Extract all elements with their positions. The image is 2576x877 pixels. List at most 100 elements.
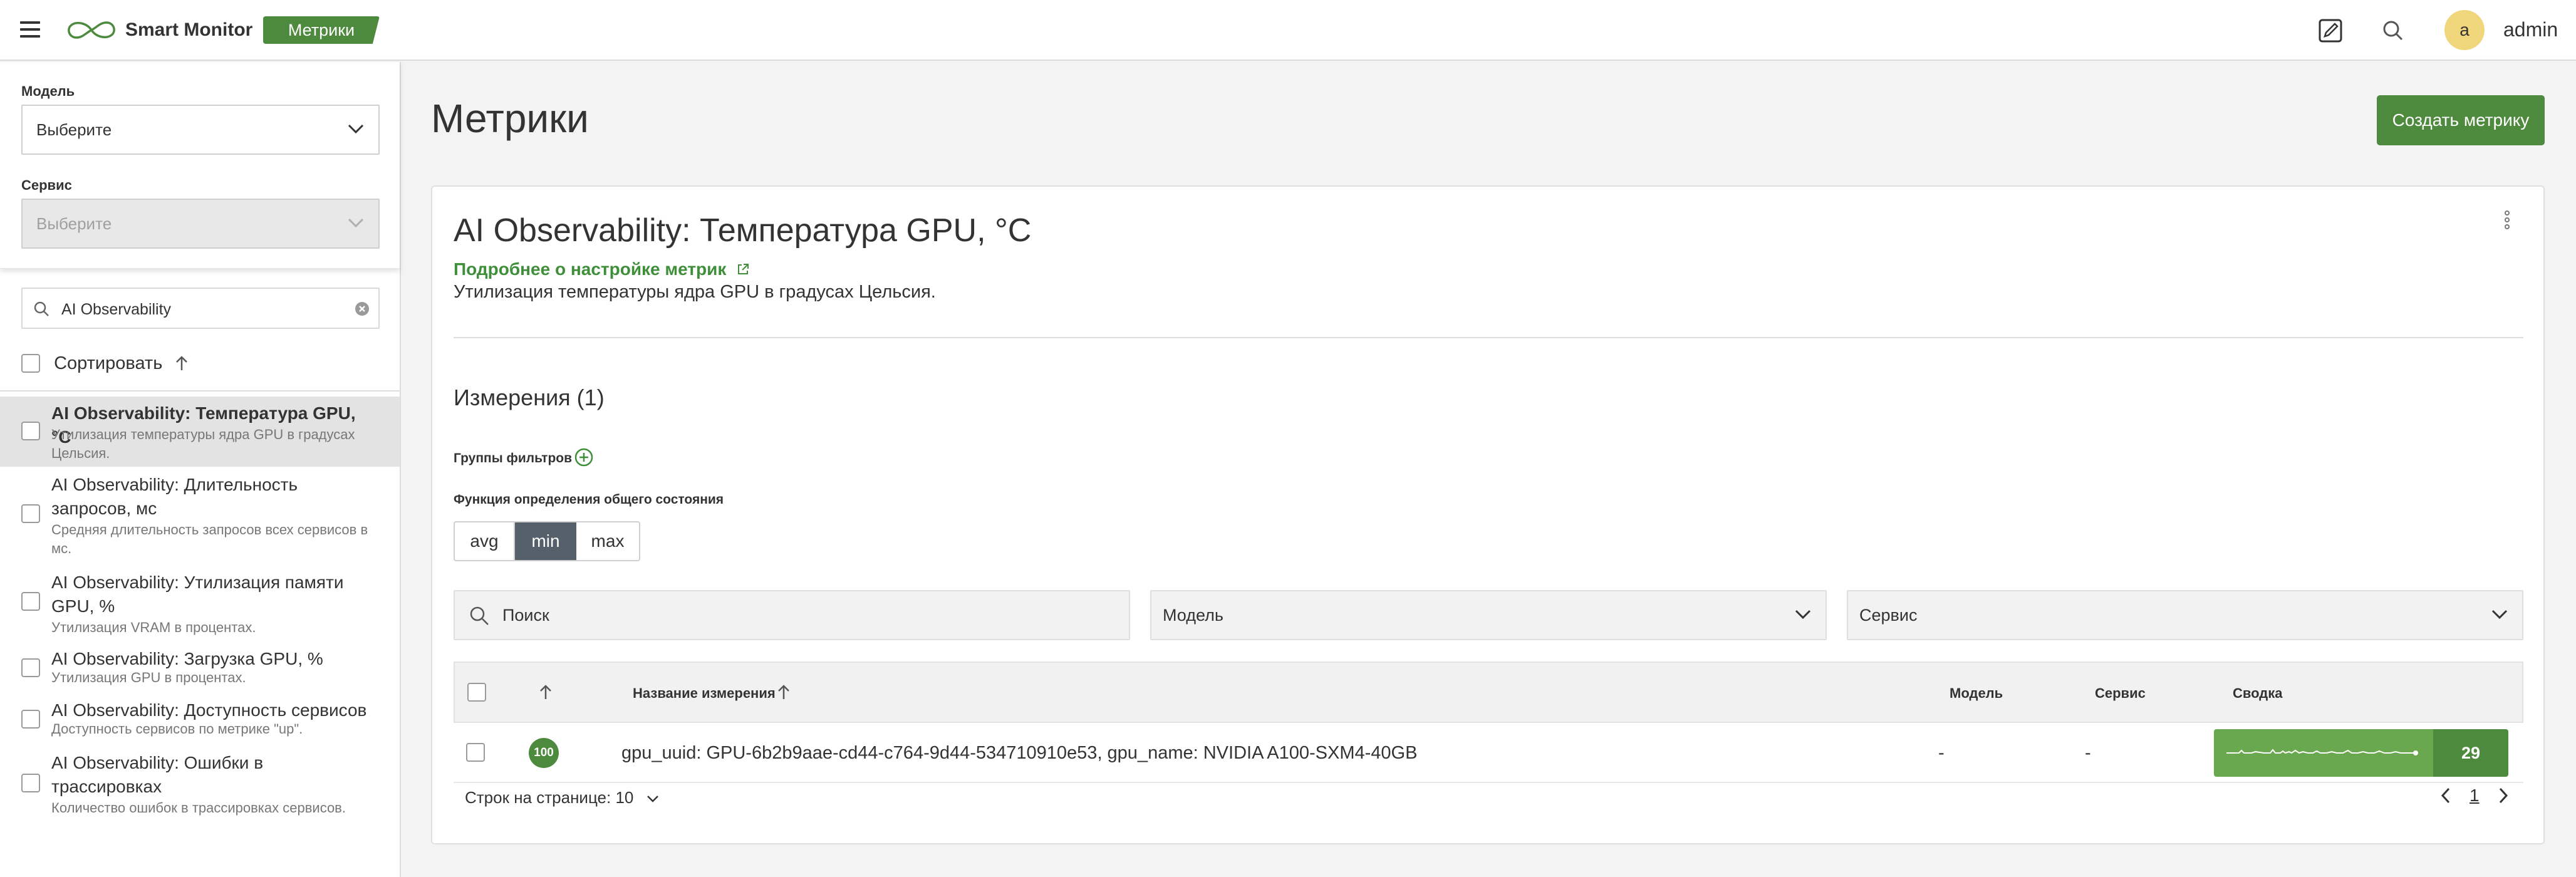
chevron-down-icon (2491, 610, 2508, 620)
search-placeholder: Поиск (502, 606, 549, 625)
sidebar: Модель Выберите Сервис Выберите AI Obser… (0, 62, 401, 877)
metric-checkbox[interactable] (21, 592, 40, 611)
add-filter-group-icon[interactable] (574, 447, 594, 467)
sidebar-filters: Модель Выберите Сервис Выберите (0, 62, 400, 269)
divider (454, 337, 2523, 338)
function-avg-button[interactable]: avg (455, 522, 515, 560)
dimensions-title: Измерения (1) (454, 385, 605, 410)
metric-title: AI Observability: Температура GPU, °C (454, 212, 1032, 249)
sort-row: Сортировать (21, 353, 189, 374)
column-header-service[interactable]: Сервис (2095, 685, 2146, 702)
health-function-selector: avg min max (454, 521, 640, 561)
search-icon[interactable] (2379, 16, 2407, 45)
dimension-service: - (2085, 743, 2091, 763)
app-name[interactable]: Smart Monitor (125, 20, 252, 40)
page-number[interactable]: 1 (2470, 786, 2480, 806)
sort-checkbox[interactable] (21, 354, 40, 373)
search-icon (34, 301, 49, 316)
docs-link-label: Подробнее о настройке метрик (454, 259, 727, 279)
metric-checkbox[interactable] (21, 422, 40, 440)
select-all-checkbox[interactable] (467, 683, 486, 702)
rows-per-page-select[interactable]: Строк на странице: 10 (465, 788, 660, 807)
chevron-down-icon (348, 124, 364, 134)
external-link-icon (738, 264, 749, 274)
docs-link[interactable]: Подробнее о настройке метрик (454, 259, 750, 279)
service-filter-label: Сервис (1859, 606, 1918, 625)
summary-value: 29 (2433, 729, 2508, 777)
metric-detail-card: AI Observability: Температура GPU, °C По… (431, 185, 2545, 844)
metric-checkbox[interactable] (21, 504, 40, 523)
prev-page-icon[interactable] (2439, 786, 2452, 806)
filter-groups-label: Группы фильтров (454, 451, 573, 465)
metric-description: Утилизация температуры ядра GPU в градус… (51, 427, 355, 461)
metric-list-item[interactable]: AI Observability: Загрузка GPU, % Утилиз… (0, 642, 400, 693)
health-function-label: Функция определения общего состояния (454, 492, 724, 507)
metric-list-item[interactable]: AI Observability: Доступность сервисов Д… (0, 693, 400, 746)
column-header-name[interactable]: Название измерения (633, 685, 776, 702)
metric-title: AI Observability: Загрузка GPU, % (51, 649, 323, 668)
sort-asc-icon[interactable] (777, 684, 791, 700)
chevron-down-icon (1795, 610, 1811, 620)
metric-description: Количество ошибок в трассировках сервисо… (51, 800, 346, 816)
dimension-search-input[interactable]: Поиск (454, 590, 1130, 640)
metric-list-item[interactable]: AI Observability: Ошибки в трассировках … (0, 746, 400, 824)
metric-checkbox[interactable] (21, 710, 40, 729)
clear-icon[interactable] (355, 301, 370, 316)
metric-description: Утилизация VRAM в процентах. (51, 620, 256, 635)
metric-description: Утилизация GPU в процентах. (51, 670, 246, 685)
function-min-button[interactable]: min (515, 522, 576, 560)
service-filter-select[interactable]: Сервис (1847, 590, 2523, 640)
search-input-value: AI Observability (61, 301, 172, 318)
column-header-summary: Сводка (2233, 685, 2283, 701)
sort-label: Сортировать (54, 353, 163, 373)
notes-edit-icon[interactable] (2316, 16, 2345, 45)
model-select[interactable]: Выберите (21, 105, 380, 155)
sort-status-icon[interactable] (539, 684, 553, 700)
rows-per-page-label: Строк на странице: 10 (465, 788, 634, 807)
metric-title: AI Observability: Доступность сервисов (51, 700, 367, 720)
dimension-model: - (1938, 743, 1945, 763)
metric-description: Доступность сервисов по метрике "up". (51, 721, 303, 737)
model-filter-label: Модель (21, 83, 75, 99)
metric-title: AI Observability: Утилизация памяти GPU,… (51, 573, 344, 616)
model-filter-label: Модель (1163, 606, 1223, 625)
model-select-value: Выберите (36, 120, 112, 139)
logo-infinity-icon (68, 21, 115, 39)
metric-list-item[interactable]: AI Observability: Утилизация памяти GPU,… (0, 564, 400, 642)
metric-title: AI Observability: Ошибки в трассировках (51, 753, 264, 796)
top-bar: Smart Monitor Метрики a admin (0, 0, 2576, 61)
table-row[interactable]: 100 gpu_uuid: GPU-6b2b9aae-cd44-c764-9d4… (454, 723, 2523, 783)
sort-asc-icon[interactable] (175, 355, 189, 371)
row-checkbox[interactable] (466, 743, 485, 762)
chevron-down-icon (348, 218, 364, 228)
page-title: Метрики (431, 96, 589, 141)
service-filter-label: Сервис (21, 177, 72, 193)
metric-description: Утилизация температуры ядра GPU в градус… (454, 282, 936, 302)
more-options-icon[interactable] (2505, 210, 2512, 233)
metric-title: AI Observability: Длительность запросов,… (51, 475, 298, 518)
create-metric-button[interactable]: Создать метрику (2377, 95, 2545, 145)
metric-list-item[interactable]: AI Observability: Температура GPU, °C Ут… (0, 397, 400, 467)
chevron-down-icon (647, 796, 658, 802)
metric-search-input[interactable]: AI Observability (21, 288, 380, 329)
sparkline-chart (2226, 749, 2418, 755)
model-filter-select[interactable]: Модель (1150, 590, 1827, 640)
avatar[interactable]: a (2444, 10, 2485, 50)
service-select-value: Выберите (36, 214, 112, 233)
section-badge[interactable]: Метрики (263, 16, 380, 44)
metric-list-item[interactable]: AI Observability: Длительность запросов,… (0, 467, 400, 564)
search-icon (470, 606, 489, 625)
divider (0, 390, 400, 392)
metric-checkbox[interactable] (21, 658, 40, 677)
status-badge: 100 (529, 738, 559, 768)
column-header-model[interactable]: Модель (1950, 685, 2003, 702)
dimension-name[interactable]: gpu_uuid: GPU-6b2b9aae-cd44-c764-9d44-53… (621, 743, 1417, 764)
table-header: Название измерения Модель Сервис Сводка (454, 662, 2523, 723)
username[interactable]: admin (2503, 18, 2558, 41)
service-select[interactable]: Выберите (21, 199, 380, 249)
next-page-icon[interactable] (2497, 786, 2510, 806)
metric-description: Средняя длительность запросов всех серви… (51, 522, 368, 556)
function-max-button[interactable]: max (576, 522, 639, 560)
metric-checkbox[interactable] (21, 774, 40, 792)
menu-icon[interactable] (20, 21, 40, 38)
